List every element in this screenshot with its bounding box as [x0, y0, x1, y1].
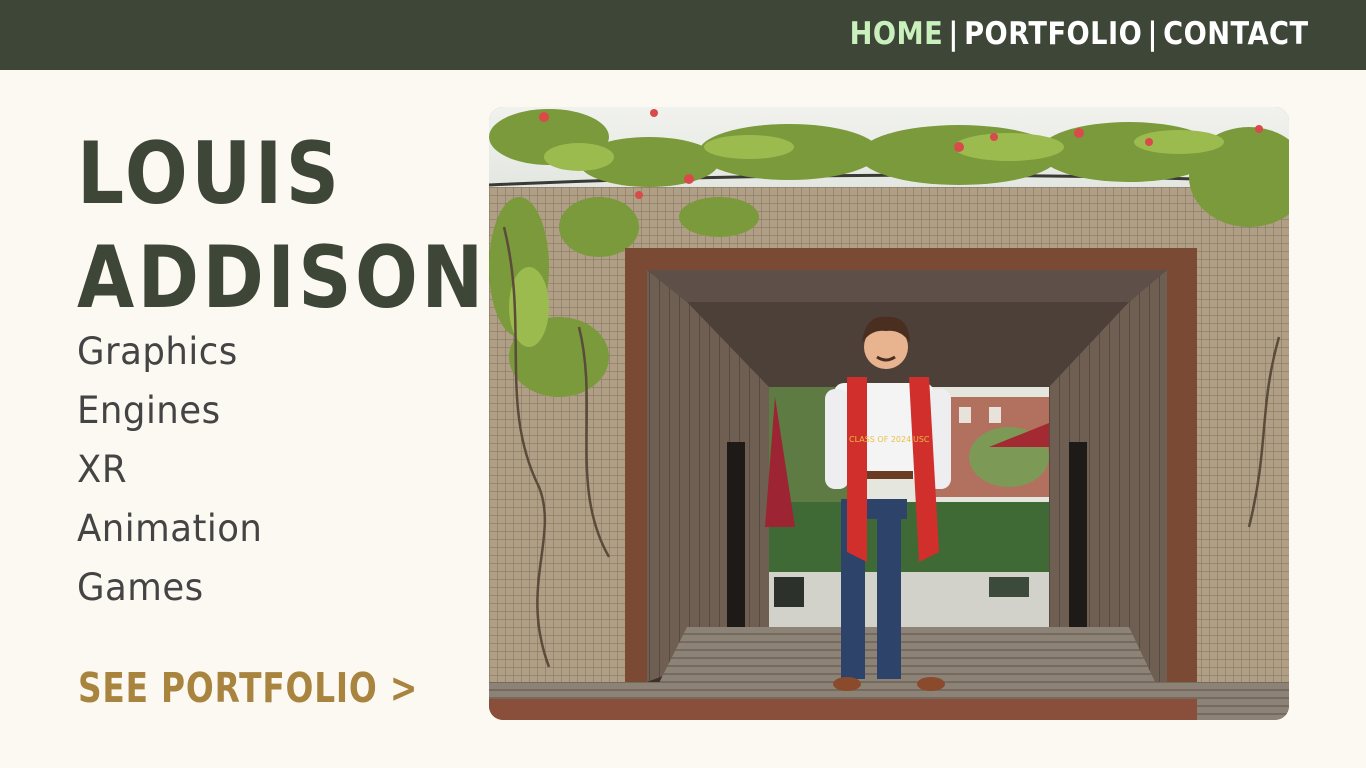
- skill-item: Engines: [77, 389, 221, 432]
- see-portfolio-link[interactable]: SEE PORTFOLIO >: [78, 664, 418, 712]
- nav-home-link[interactable]: HOME: [850, 16, 944, 52]
- skill-item: XR: [77, 448, 127, 491]
- nav-portfolio-link[interactable]: PORTFOLIO: [965, 16, 1143, 52]
- stole-text-left: CLASS OF 2024: [849, 435, 911, 444]
- top-navigation-bar: HOME | PORTFOLIO | CONTACT: [0, 0, 1366, 70]
- stole-text-right: USC: [913, 435, 930, 444]
- nav-separator: |: [1147, 16, 1159, 52]
- skill-item: Graphics: [77, 330, 238, 373]
- portrait-photo: CLASS OF 2024 USC: [489, 107, 1289, 720]
- main-nav: HOME | PORTFOLIO | CONTACT: [850, 16, 1309, 52]
- skills-list: Graphics Engines XR Animation Games: [77, 322, 262, 617]
- skill-item: Animation: [77, 507, 263, 550]
- skill-item: Games: [77, 566, 204, 609]
- nav-separator: |: [948, 16, 960, 52]
- nav-contact-link[interactable]: CONTACT: [1164, 16, 1309, 52]
- last-name: ADDISON: [77, 228, 487, 328]
- hero-name: LOUIS ADDISON: [77, 122, 487, 330]
- first-name: LOUIS: [77, 124, 343, 224]
